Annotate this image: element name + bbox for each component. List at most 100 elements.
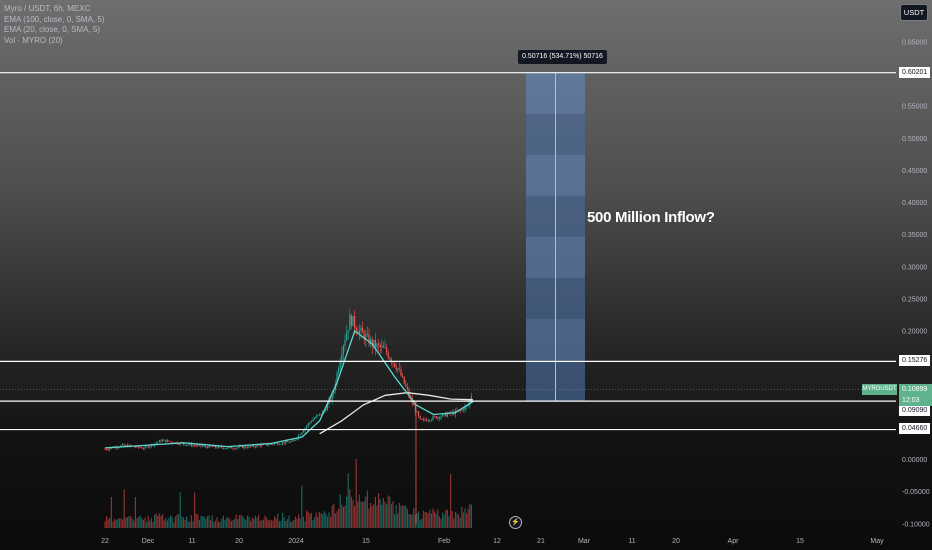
volume-bar-19 — [134, 497, 136, 528]
candle-body-71 — [218, 446, 220, 448]
candle-body-189 — [406, 386, 408, 390]
volume-bar-155 — [352, 499, 354, 528]
candle-body-86 — [242, 446, 244, 449]
volume-bar-208 — [437, 509, 439, 528]
volume-bar-95 — [256, 517, 258, 528]
candle-body-131 — [314, 418, 316, 420]
legend-ema-20[interactable]: EMA (20, close, 0, SMA, 5) — [4, 25, 104, 36]
volume-bar-60 — [200, 516, 202, 528]
volume-bar-218 — [453, 518, 455, 528]
volume-bar-219 — [454, 511, 456, 528]
volume-bar-130 — [312, 520, 314, 528]
volume-bar-99 — [262, 519, 264, 528]
candle-body-50 — [184, 444, 186, 446]
candle-body-112 — [283, 442, 285, 444]
candle-body-68 — [213, 445, 215, 447]
candle-body-133 — [317, 414, 319, 416]
volume-bar-25 — [144, 517, 146, 528]
volume-bar-191 — [410, 514, 412, 528]
volume-bar-31 — [154, 514, 156, 528]
volume-bar-24 — [142, 519, 144, 528]
volume-bar-33 — [157, 516, 159, 528]
volume-bar-85 — [240, 515, 242, 528]
volume-bar-41 — [170, 515, 172, 528]
volume-bar-97 — [259, 520, 261, 528]
symbol-tag: MYROUSDT — [862, 384, 897, 395]
level-tag-1: 0.15276 — [899, 355, 931, 366]
lightning-icon[interactable]: ⚡ — [509, 516, 522, 529]
candle-body-128 — [309, 422, 311, 424]
volume-bar-159 — [358, 494, 360, 528]
volume-bar-73 — [221, 518, 223, 528]
candle-body-208 — [437, 417, 439, 419]
volume-bar-131 — [314, 517, 316, 528]
time-tick-14: May — [870, 538, 884, 545]
candle-body-171 — [378, 343, 380, 345]
volume-bar-161 — [362, 501, 364, 528]
current-price-value: 0.10899 — [902, 386, 928, 393]
volume-bar-177 — [387, 495, 389, 528]
measure-label: 0.50716 (534.71%) 50716 — [518, 50, 607, 64]
volume-bar-209 — [438, 516, 440, 528]
volume-bar-171 — [378, 493, 380, 528]
volume-bar-28 — [149, 520, 151, 528]
candle-body-193 — [413, 403, 415, 406]
candle-body-175 — [384, 347, 386, 349]
time-tick-9: Mar — [578, 538, 591, 545]
volume-bar-186 — [402, 505, 404, 528]
candle-body-90 — [248, 445, 250, 448]
volume-bar-134 — [318, 511, 320, 528]
candle-body-183 — [397, 368, 399, 370]
candle-body-195 — [416, 411, 418, 413]
candle-body-28 — [149, 446, 151, 448]
volume-bar-166 — [370, 502, 372, 528]
volume-bar-141 — [330, 516, 332, 528]
volume-bar-98 — [261, 520, 263, 528]
volume-bar-181 — [394, 514, 396, 528]
currency-button[interactable]: USDT — [900, 4, 928, 21]
volume-bar-113 — [285, 520, 287, 528]
candle-body-51 — [186, 444, 188, 446]
time-axis[interactable]: 22 Dec 11 20 2024 15 Feb 12 21 Mar 11 20 Apr 15 May — [101, 538, 884, 545]
candle-body-109 — [278, 444, 280, 446]
horizontal-lines[interactable] — [0, 72, 896, 431]
price-tick-3: 0.50000 — [902, 136, 927, 143]
volume-bar-81 — [234, 518, 236, 528]
price-axis[interactable]: 0.65000 0.55000 0.50000 0.45000 0.40000 0.350… — [902, 39, 930, 528]
volume-bar-55 — [192, 521, 194, 528]
volume-bar-34 — [158, 513, 160, 528]
volume-bar-176 — [386, 504, 388, 528]
candle-body-79 — [230, 446, 232, 449]
volume-bar-205 — [432, 508, 434, 528]
legend-volume[interactable]: Vol · MYRO (20) — [4, 36, 104, 47]
volume-bar-90 — [248, 516, 250, 528]
volume-bar-44 — [174, 516, 176, 528]
price-chart[interactable]: 0.65000 0.55000 0.50000 0.45000 0.40000 0.350… — [0, 0, 932, 550]
volume-bar-15 — [128, 515, 130, 528]
volume-bar-78 — [229, 518, 231, 528]
candle-body-132 — [315, 415, 317, 419]
time-tick-7: 12 — [493, 538, 501, 545]
volume-bar-110 — [280, 520, 282, 528]
candle-body-196 — [418, 411, 420, 416]
candle-body-205 — [432, 416, 434, 420]
volume-bar-18 — [133, 520, 135, 528]
annotation-text[interactable]: 500 Million Inflow? — [587, 209, 715, 226]
volume-bar-40 — [168, 517, 170, 528]
candle-body-52 — [187, 444, 189, 446]
candle-body-26 — [146, 446, 148, 448]
volume-bar-217 — [451, 511, 453, 528]
volume-bar-197 — [419, 519, 421, 528]
legend-symbol[interactable]: Myro / USDT, 6h, MEXC — [4, 4, 104, 15]
volume-bar-220 — [456, 513, 458, 528]
legend-ema-100[interactable]: EMA (100, close, 0, SMA, 5) — [4, 15, 104, 26]
candle-body-24 — [142, 448, 144, 450]
volume-bar-201 — [426, 512, 428, 528]
volume-bar-59 — [198, 519, 200, 528]
volume-bar-133 — [317, 516, 319, 528]
candle-body-188 — [405, 383, 407, 387]
volume-bar-120 — [296, 518, 298, 528]
volume-bar-96 — [258, 514, 260, 528]
volume-bar-183 — [397, 513, 399, 528]
volume-bar-79 — [230, 521, 232, 528]
